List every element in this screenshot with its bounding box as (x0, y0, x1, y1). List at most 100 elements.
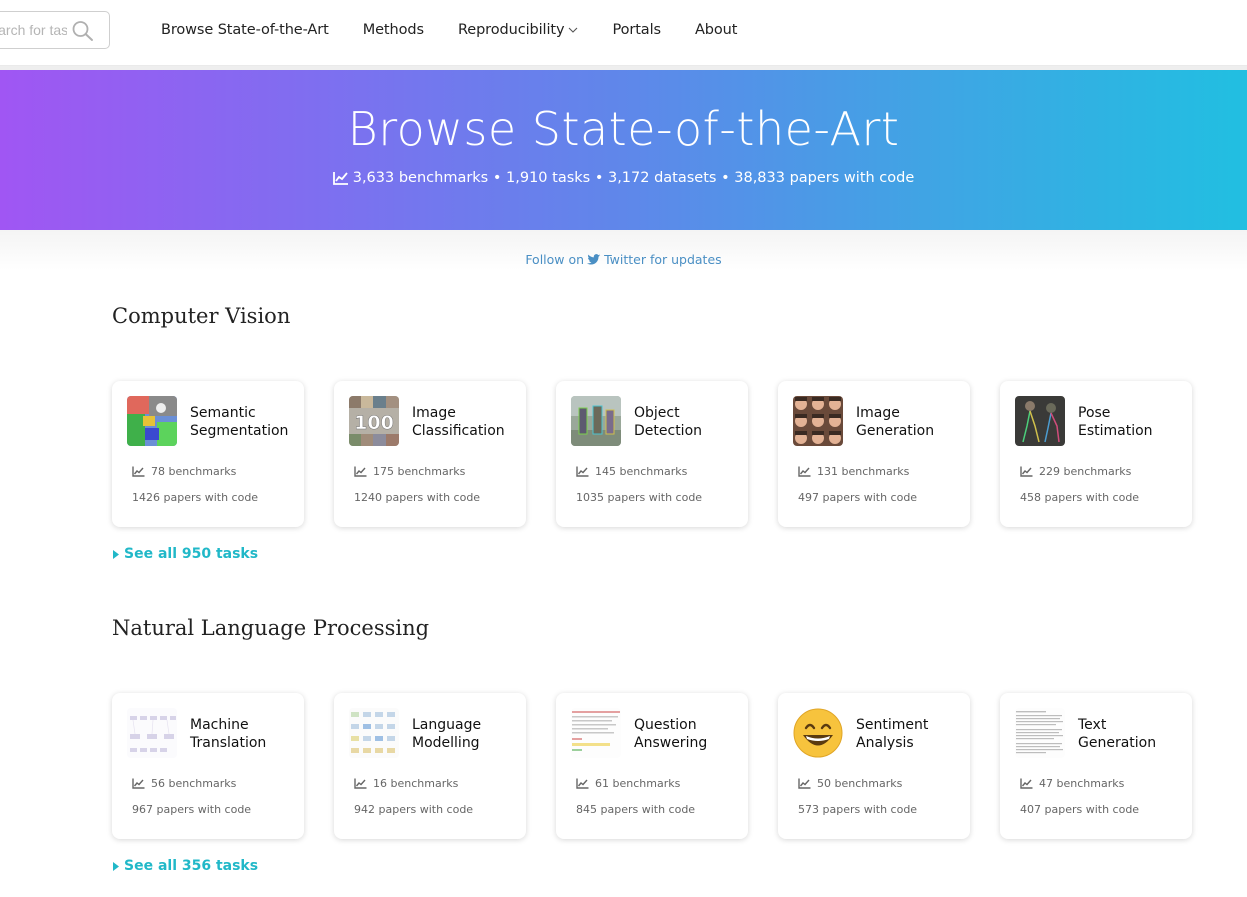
svg-text:100: 100 (354, 412, 394, 434)
benchmarks-text: 50 benchmarks (817, 777, 903, 790)
nav-about[interactable]: About (695, 22, 737, 38)
task-name[interactable]: Object Detection (634, 404, 744, 440)
see-all-label: See all 950 tasks (124, 546, 259, 562)
benchmarks-count: 50 benchmarks (798, 777, 902, 790)
papers-count: 497 papers with code (798, 491, 918, 504)
benchmarks-count: 175 benchmarks (354, 465, 465, 478)
papers-count: 1426 papers with code (132, 491, 259, 504)
card-row-cv: Semantic Segmentation 78 benchmarks 1426… (112, 381, 1192, 527)
hero-stats-text: 3,633 benchmarks • 1,910 tasks • 3,172 d… (352, 170, 915, 186)
search-input[interactable] (0, 12, 67, 48)
search-icon[interactable] (71, 20, 95, 42)
benchmarks-count: 16 benchmarks (354, 777, 458, 790)
follow-suffix: Twitter for updates (604, 252, 722, 267)
task-card[interactable]: Object Detection 145 benchmarks 1035 pap… (556, 381, 748, 527)
faces-grid-thumbnail (793, 396, 843, 446)
nav-links: Browse State-of-the-Art Methods Reproduc… (161, 0, 771, 60)
task-name[interactable]: Text Generation (1078, 716, 1188, 752)
question-answering-thumbnail (571, 708, 621, 758)
benchmarks-text: 16 benchmarks (373, 777, 459, 790)
papers-count: 1240 papers with code (354, 491, 481, 504)
text-generation-thumbnail (1015, 708, 1065, 758)
benchmarks-count: 229 benchmarks (1020, 465, 1131, 478)
benchmarks-count: 47 benchmarks (1020, 777, 1124, 790)
benchmarks-text: 78 benchmarks (151, 465, 237, 478)
top-navbar: Browse State-of-the-Art Methods Reproduc… (0, 0, 1247, 66)
papers-count: 942 papers with code (354, 803, 474, 816)
nav-reproducibility[interactable]: Reproducibility (458, 22, 579, 38)
smiley-emoji-icon (793, 708, 843, 758)
papers-count: 407 papers with code (1020, 803, 1140, 816)
hero-stats: 3,633 benchmarks • 1,910 tasks • 3,172 d… (0, 170, 1247, 186)
papers-count: 845 papers with code (576, 803, 696, 816)
see-all-nlp-tasks[interactable]: See all 356 tasks (113, 858, 258, 874)
chevron-down-icon (569, 27, 578, 33)
benchmarks-text: 229 benchmarks (1039, 465, 1132, 478)
nav-reproducibility-label: Reproducibility (457, 22, 565, 38)
task-card[interactable]: Sentiment Analysis 50 benchmarks 573 pap… (778, 693, 970, 839)
task-card[interactable]: Machine Translation 56 benchmarks 967 pa… (112, 693, 304, 839)
task-card[interactable]: Question Answering 61 benchmarks 845 pap… (556, 693, 748, 839)
benchmarks-count: 78 benchmarks (132, 465, 236, 478)
benchmarks-text: 56 benchmarks (151, 777, 237, 790)
task-card[interactable]: Image Generation 131 benchmarks 497 pape… (778, 381, 970, 527)
benchmarks-count: 61 benchmarks (576, 777, 680, 790)
nav-browse-sota[interactable]: Browse State-of-the-Art (161, 22, 329, 38)
benchmarks-count: 131 benchmarks (798, 465, 909, 478)
papers-count: 967 papers with code (132, 803, 252, 816)
line-chart-icon (132, 466, 145, 477)
line-chart-icon (132, 778, 145, 789)
see-all-cv-tasks[interactable]: See all 950 tasks (113, 546, 258, 562)
task-name[interactable]: Question Answering (634, 716, 744, 752)
papers-count: 1035 papers with code (576, 491, 703, 504)
task-card[interactable]: 100 Image Classification 175 benchmarks … (334, 381, 526, 527)
page-title: Browse State-of-the-Art (347, 102, 900, 156)
search-box[interactable] (0, 11, 110, 49)
caret-right-icon (113, 549, 119, 559)
task-name[interactable]: Image Classification (412, 404, 522, 440)
language-model-thumbnail (349, 708, 399, 758)
pose-thumbnail (1015, 396, 1065, 446)
task-name[interactable]: Language Modelling (412, 716, 522, 752)
task-name[interactable]: Pose Estimation (1078, 404, 1188, 440)
translation-thumbnail (127, 708, 177, 758)
line-chart-icon (798, 778, 811, 789)
line-chart-icon (1020, 466, 1033, 477)
line-chart-icon (576, 778, 589, 789)
task-card[interactable]: Semantic Segmentation 78 benchmarks 1426… (112, 381, 304, 527)
nav-portals[interactable]: Portals (612, 22, 661, 38)
caret-right-icon (113, 861, 119, 871)
task-card[interactable]: Text Generation 47 benchmarks 407 papers… (1000, 693, 1192, 839)
line-chart-icon (354, 778, 367, 789)
line-chart-icon (354, 466, 367, 477)
task-name[interactable]: Machine Translation (190, 716, 300, 752)
follow-prefix: Follow on (525, 252, 585, 267)
line-chart-icon (798, 466, 811, 477)
benchmarks-count: 145 benchmarks (576, 465, 687, 478)
task-name[interactable]: Semantic Segmentation (190, 404, 300, 440)
section-title-nlp[interactable]: Natural Language Processing (112, 616, 429, 640)
benchmarks-text: 61 benchmarks (595, 777, 681, 790)
detection-thumbnail (571, 396, 621, 446)
line-chart-icon (576, 466, 589, 477)
see-all-label: See all 356 tasks (124, 858, 259, 874)
card-row-nlp: Machine Translation 56 benchmarks 967 pa… (112, 693, 1192, 839)
task-name[interactable]: Sentiment Analysis (856, 716, 966, 752)
twitter-icon (587, 253, 601, 265)
nav-methods[interactable]: Methods (363, 22, 424, 38)
follow-twitter[interactable]: Follow on Twitter for updates (0, 252, 1247, 267)
benchmarks-text: 47 benchmarks (1039, 777, 1125, 790)
benchmarks-text: 145 benchmarks (595, 465, 688, 478)
line-chart-icon (1020, 778, 1033, 789)
classification-thumbnail: 100 (349, 396, 399, 446)
papers-count: 458 papers with code (1020, 491, 1140, 504)
benchmarks-text: 131 benchmarks (817, 465, 910, 478)
task-card[interactable]: Language Modelling 16 benchmarks 942 pap… (334, 693, 526, 839)
papers-count: 573 papers with code (798, 803, 918, 816)
benchmarks-count: 56 benchmarks (132, 777, 236, 790)
task-name[interactable]: Image Generation (856, 404, 966, 440)
benchmarks-text: 175 benchmarks (373, 465, 466, 478)
task-card[interactable]: Pose Estimation 229 benchmarks 458 paper… (1000, 381, 1192, 527)
segmentation-thumbnail (127, 396, 177, 446)
section-title-cv[interactable]: Computer Vision (112, 304, 290, 328)
